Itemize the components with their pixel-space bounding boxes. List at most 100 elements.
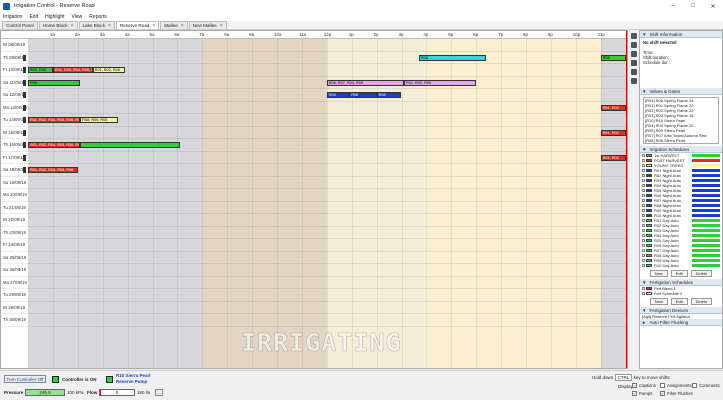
minimize-icon[interactable]: – [663,0,683,12]
visibility-checkbox[interactable] [642,292,645,295]
day-row[interactable]: Su 12/09/19 [1,89,627,102]
visibility-checkbox[interactable] [642,164,645,167]
valve-item[interactable]: [R08] R08 Sierra Pearl [644,138,718,143]
filter-flushes-checkbox[interactable]: ✓ Filter Flushes [660,391,693,396]
tab-home-block[interactable]: Home Block × [38,21,78,29]
shift-block[interactable]: R01, R02 [600,129,626,136]
controller-toggle-button[interactable]: Turn Controller Off [4,375,46,383]
day-row[interactable]: Mo 20/09/19 [1,189,627,202]
shift-info-header[interactable]: ▼ Shift Information [640,31,722,38]
pumps-checkbox[interactable]: ✓ Pumps [632,391,652,396]
visibility-checkbox[interactable] [642,249,645,252]
edit-fert-button[interactable]: Edit [670,298,688,305]
day-row[interactable]: Th 23/09/19 [1,227,627,239]
visibility-checkbox[interactable] [642,199,645,202]
valves-list[interactable]: [R04] R06 Spring Flame 24 [R01] R01 Sprin… [643,97,719,144]
visibility-checkbox[interactable] [642,259,645,262]
day-row[interactable]: Su 19/09/19 [1,177,627,189]
visibility-checkbox[interactable] [642,287,645,290]
schedule-timeline[interactable]: 1a 2a 3a 4a 5a 6a 7a 8a 9a 10a 11a 12p 1p 2p 3p 4p 5p 6p 7… [0,30,628,369]
assignments-checkbox[interactable]: Assignments [660,383,692,388]
menu-view[interactable]: View [72,14,83,20]
close-tab-icon[interactable]: × [220,23,223,29]
shift-block[interactable]: R01, R02, R04, R05, R06 [28,167,78,173]
day-row[interactable]: W 22/09/19 [1,214,627,227]
day-row[interactable]: Tu 28/09/19 [1,289,627,302]
shift-block[interactable]: R01, R02 [600,104,626,111]
settings-icon[interactable] [630,78,637,84]
visibility-checkbox[interactable] [642,254,645,257]
visibility-checkbox[interactable] [642,244,645,247]
shift-block[interactable]: R08 [376,92,402,98]
tab-control-panel[interactable]: Control Panel [2,21,38,29]
close-tab-icon[interactable]: × [181,23,184,29]
filter-flush-header[interactable]: ► Auto Filter Flushing [640,319,722,326]
visibility-checkbox[interactable] [642,154,645,157]
day-row[interactable]: Mo 13/09/19 [1,102,627,114]
shift-block[interactable]: R06 [349,92,377,98]
day-row[interactable]: Sa 25/09/19 [1,252,627,264]
shift-block[interactable]: R08, R07, R04, R09 [326,79,404,86]
captions-checkbox[interactable]: ✓ Captions [632,383,656,388]
visibility-checkbox[interactable] [642,179,645,182]
shift-block[interactable]: R08 [600,54,626,61]
comments-checkbox[interactable]: Comments [692,383,720,388]
shift-block[interactable]: R05 [326,92,350,98]
shift-block[interactable]: R01, R02, R04, R05, R06, R07 [28,142,81,148]
scroll-down-icon[interactable] [630,60,637,66]
visibility-checkbox[interactable] [642,264,645,267]
tab-lake-block[interactable]: Lake Block × [78,21,115,29]
visibility-checkbox[interactable] [642,159,645,162]
close-tab-icon[interactable]: × [152,23,155,29]
new-fert-button[interactable]: New [649,298,668,305]
tab-mallee[interactable]: Mallee × [160,21,188,29]
day-row[interactable]: Th 09/09/19 [1,52,627,64]
visibility-checkbox[interactable] [642,169,645,172]
valves-header[interactable]: ▼ Valves & Gates [640,88,722,95]
day-row[interactable]: Tu 21/09/19 [1,202,627,214]
visibility-checkbox[interactable] [642,214,645,217]
shift-block[interactable]: R01, R02, R04, R05, R06, R07 [28,117,81,123]
close-tab-icon[interactable]: × [108,23,111,29]
visibility-checkbox[interactable] [642,224,645,227]
close-icon[interactable]: ✕ [703,0,723,12]
day-row[interactable]: Mo 27/09/19 [1,277,627,289]
fertigation-schedule-item[interactable]: Fert Schedule 2 [640,291,722,296]
delete-fert-button[interactable]: Delete [690,298,713,305]
day-row[interactable]: W 15/09/19 [1,127,627,139]
today-icon[interactable] [630,69,637,75]
day-row[interactable]: Sa 11/09/19 [1,77,627,89]
day-row[interactable]: Fr 17/09/19 [1,152,627,164]
day-row[interactable]: Sa 18/09/19 [1,164,627,177]
shift-block[interactable]: R09 [28,79,81,86]
scroll-up-icon[interactable] [630,51,637,57]
shift-block[interactable]: R08, R09, R05 [80,117,118,123]
visibility-checkbox[interactable] [642,174,645,177]
day-row[interactable]: Th 30/09/19 [1,314,627,327]
irrigation-schedule-item[interactable]: R10 Day Auto [640,263,722,268]
shift-block[interactable]: R01, R02 [600,154,626,161]
fertigation-devices-header[interactable]: ▼ Fertigation Devices [640,307,722,314]
shift-block[interactable] [80,142,180,148]
day-row[interactable]: Fr 24/09/19 [1,239,627,252]
maximize-icon[interactable]: □ [683,0,703,12]
delete-schedule-button[interactable]: Delete [690,270,713,277]
visibility-checkbox[interactable] [642,194,645,197]
close-tab-icon[interactable]: × [71,23,74,29]
more-button[interactable]: … [155,389,163,396]
tab-new-mallee[interactable]: New Mallee × [188,21,227,29]
visibility-checkbox[interactable] [642,239,645,242]
shift-block[interactable]: R01, R02, R08 [92,67,126,73]
shift-block[interactable]: R01, R03, R04, R05, R [52,67,93,73]
day-row[interactable]: W 08/09/19 [1,39,627,52]
visibility-checkbox[interactable] [642,184,645,187]
shift-block[interactable]: R01, R02, R05 [403,79,477,86]
day-row[interactable]: Su 26/09/19 [1,264,627,277]
fertigation-schedules-header[interactable]: ▼ Fertigation Schedules [640,279,722,286]
menu-reports[interactable]: Reports [89,14,107,20]
zoom-in-icon[interactable] [630,33,637,39]
tab-reserve-road[interactable]: Reserve Road × [115,21,160,29]
visibility-checkbox[interactable] [642,229,645,232]
new-schedule-button[interactable]: New [649,270,668,277]
visibility-checkbox[interactable] [642,189,645,192]
